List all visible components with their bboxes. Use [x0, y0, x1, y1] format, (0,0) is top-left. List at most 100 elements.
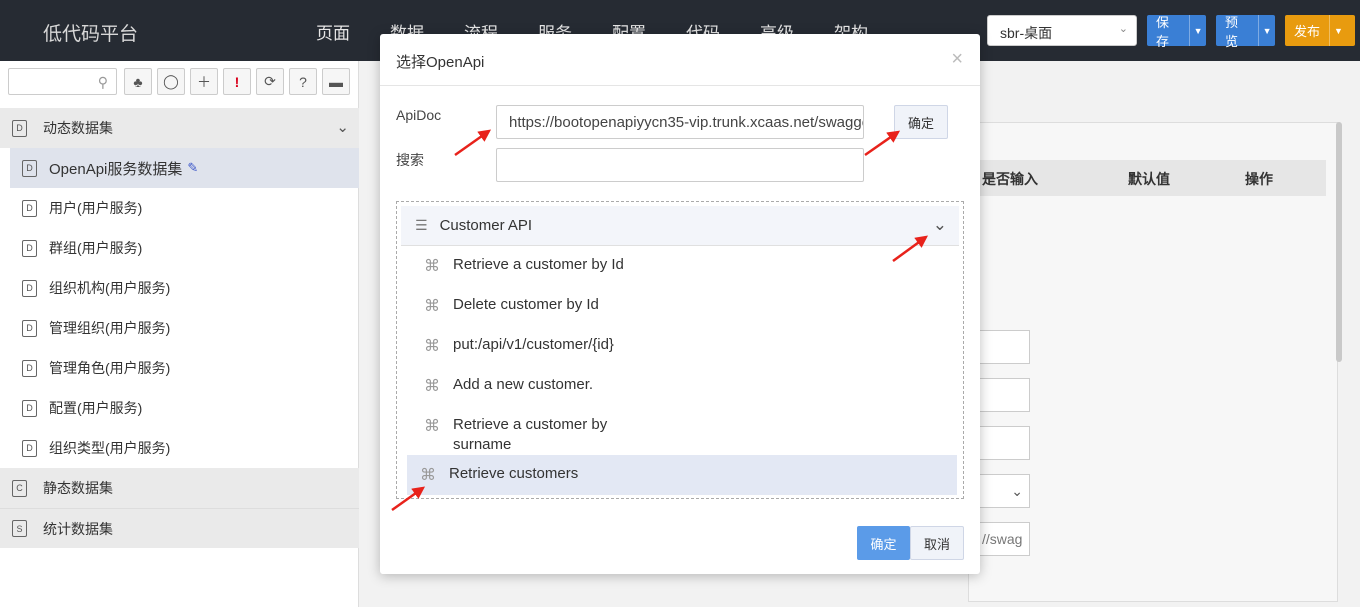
preview-button-label: 预览 [1225, 14, 1239, 49]
sidebar-item-openapi[interactable]: D OpenApi服务数据集 ✎ [10, 148, 359, 188]
search-icon: ⚲ [97, 74, 108, 90]
dataset-d-icon: D [22, 159, 37, 177]
stat-dataset-header[interactable]: S 统计数据集 [0, 508, 359, 548]
sidebar-item-label: 群组(用户服务) [49, 240, 143, 256]
environment-select[interactable]: sbr-桌面 ⌄ [987, 15, 1137, 46]
scrollbar[interactable] [1336, 122, 1342, 362]
list-item-selected[interactable]: ⌘ Retrieve customers [407, 455, 957, 495]
sidebar-item-config[interactable]: D 配置(用户服务) [10, 388, 359, 428]
sidebar-item-group[interactable]: D 群组(用户服务) [10, 228, 359, 268]
caret-down-icon[interactable]: ▼ [1189, 15, 1206, 46]
api-group-header[interactable]: ☰ Customer API ⌄ [401, 206, 959, 246]
dataset-s-icon: S [12, 520, 27, 537]
dataset-d-icon: D [22, 439, 37, 457]
select-openapi-dialog: 选择OpenApi × ApiDoc https://bootopenapiyy… [380, 34, 980, 574]
environment-select-value: sbr-桌面 [1000, 25, 1053, 41]
list-item[interactable]: ⌘ Add a new customer. [411, 366, 961, 406]
chevron-down-icon: ⌄ [1118, 23, 1128, 35]
api-item-label: Retrieve customers [449, 465, 579, 482]
api-list: ☰ Customer API ⌄ ⌘ Retrieve a customer b… [396, 201, 964, 499]
publish-button-label: 发布 [1294, 24, 1321, 39]
list-item[interactable]: ⌘ put:/api/v1/customer/{id} [411, 326, 961, 366]
dataset-d-icon: D [22, 359, 37, 377]
dataset-c-icon: C [12, 479, 27, 497]
dataset-d-icon: D [12, 119, 27, 137]
api-endpoint-icon: ⌘ [424, 298, 440, 315]
sidebar-item-manage-role[interactable]: D 管理角色(用户服务) [10, 348, 359, 388]
save-button[interactable]: 保存 ▼ [1147, 15, 1206, 49]
dataset-d-icon: D [22, 279, 37, 297]
column-actions: 操作 [1245, 171, 1273, 187]
sidebar-item-org-type[interactable]: D 组织类型(用户服务) [10, 428, 359, 468]
nav-item-page[interactable]: 页面 [316, 19, 350, 44]
dataset-d-icon: D [22, 239, 37, 257]
chevron-down-icon[interactable]: ⌄ [933, 215, 947, 235]
apidoc-confirm-button[interactable]: 确定 [894, 105, 948, 139]
property-select[interactable]: ⌄ [978, 474, 1030, 508]
property-input[interactable] [978, 330, 1030, 364]
static-dataset-label: 静态数据集 [43, 480, 113, 496]
sidebar-item-label: 管理组织(用户服务) [49, 320, 171, 336]
property-input[interactable] [978, 426, 1030, 460]
api-item-label: Delete customer by Id [453, 296, 599, 313]
api-item-label: Retrieve a customer by surname [453, 416, 608, 453]
pencil-icon[interactable]: ✎ [187, 160, 198, 176]
tree-icon-button[interactable]: ♣ [124, 68, 152, 95]
list-item[interactable]: ⌘ Delete customer by Id [411, 286, 961, 326]
api-endpoint-icon: ⌘ [424, 378, 440, 395]
sidebar-item-label: 组织机构(用户服务) [49, 280, 171, 296]
dialog-title: 选择OpenApi [396, 54, 485, 71]
column-default-value: 默认值 [1128, 171, 1170, 187]
layers-icon: ☰ [415, 217, 428, 233]
help-icon-button[interactable]: ? [289, 68, 317, 95]
chevron-down-icon: ⌄ [336, 119, 349, 136]
stat-dataset-label: 统计数据集 [43, 520, 113, 537]
sidebar-item-org[interactable]: D 组织机构(用户服务) [10, 268, 359, 308]
api-search-input[interactable] [496, 148, 864, 182]
tag-icon-button[interactable]: ◯ [157, 68, 185, 95]
tree-search-input[interactable]: ⚲ [8, 68, 117, 95]
ok-button[interactable]: 确定 [857, 526, 910, 560]
alert-icon-button[interactable]: ! [223, 68, 251, 95]
add-button[interactable]: ＋ [190, 68, 218, 95]
caret-down-icon[interactable]: ▼ [1258, 15, 1275, 46]
comment-icon-button[interactable]: ▬ [322, 68, 350, 95]
static-dataset-header[interactable]: C 静态数据集 [0, 468, 359, 508]
column-is-input: 是否输入 [982, 171, 1038, 187]
sidebar-item-label: 管理角色(用户服务) [49, 360, 171, 376]
sidebar-item-label: 组织类型(用户服务) [49, 440, 171, 456]
left-panel: ⚲ ♣ ◯ ＋ ! ⟳ ? ▬ D 动态数据集 ⌄ D OpenApi服务数据集… [0, 61, 359, 607]
dialog-header: 选择OpenApi × [380, 34, 980, 86]
save-button-label: 保存 [1156, 14, 1170, 49]
close-icon[interactable]: × [951, 48, 963, 71]
apidoc-url-input[interactable]: https://bootopenapiyycn35-vip.trunk.xcaa… [496, 105, 864, 139]
dataset-d-icon: D [22, 399, 37, 417]
refresh-icon-button[interactable]: ⟳ [256, 68, 284, 95]
api-endpoint-icon: ⌘ [424, 418, 440, 435]
dataset-d-icon: D [22, 319, 37, 337]
search-label: 搜索 [396, 152, 424, 168]
api-item-label: Add a new customer. [453, 376, 594, 393]
property-input[interactable] [978, 378, 1030, 412]
sidebar-item-label: 配置(用户服务) [49, 400, 143, 416]
url-fragment: //swag [982, 531, 1023, 547]
field-table-header: 是否输入 默认值 操作 [970, 160, 1326, 196]
list-item[interactable]: ⌘ Retrieve a customer by Id [411, 246, 961, 286]
caret-down-icon[interactable]: ▼ [1329, 15, 1347, 46]
dynamic-dataset-label: 动态数据集 [43, 120, 113, 136]
publish-button[interactable]: 发布 ▼ [1285, 15, 1355, 46]
list-item[interactable]: ⌘ Retrieve a customer by surname [411, 406, 961, 456]
cancel-button[interactable]: 取消 [910, 526, 964, 560]
apidoc-label: ApiDoc [396, 107, 442, 123]
preview-button[interactable]: 预览 ▼ [1216, 15, 1275, 49]
url-input-background[interactable]: //swag [978, 522, 1030, 556]
api-endpoint-icon: ⌘ [424, 338, 440, 355]
dynamic-dataset-header[interactable]: D 动态数据集 ⌄ [0, 108, 359, 148]
sidebar-item-manage-org[interactable]: D 管理组织(用户服务) [10, 308, 359, 348]
api-endpoint-icon: ⌘ [420, 467, 436, 484]
sidebar-item-user[interactable]: D 用户(用户服务) [10, 188, 359, 228]
sidebar-item-label: 用户(用户服务) [49, 200, 143, 216]
dataset-d-icon: D [22, 199, 37, 217]
api-endpoint-icon: ⌘ [424, 258, 440, 275]
api-group-label: Customer API [439, 217, 533, 234]
